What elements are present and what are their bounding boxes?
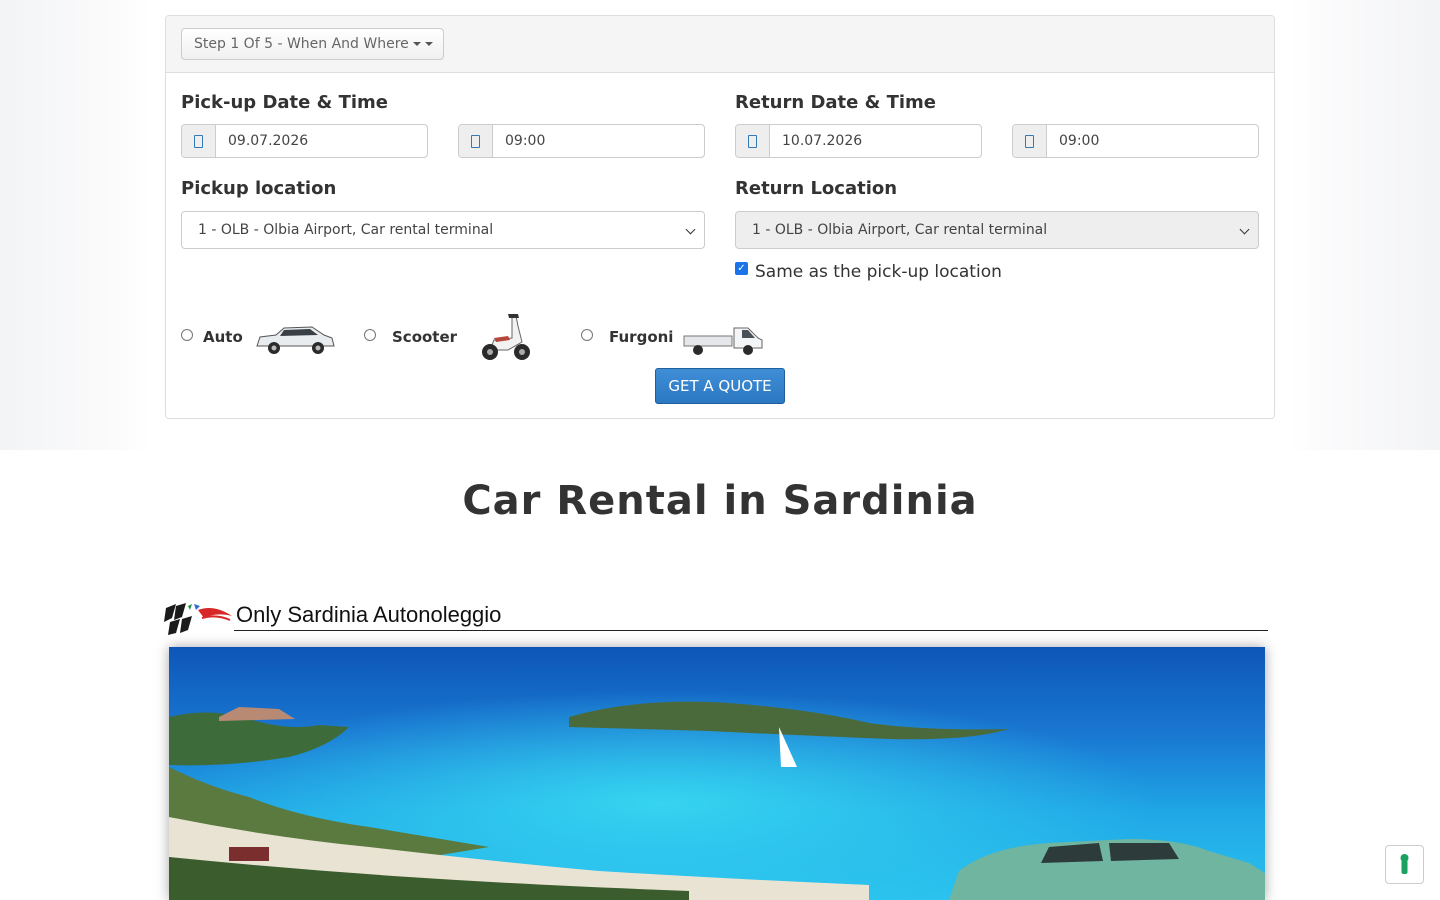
- vehicle-label-furgoni: Furgoni: [609, 328, 674, 346]
- panel-heading: Step 1 Of 5 - When And Where: [166, 16, 1274, 73]
- return-location-value: 1 - OLB - Olbia Airport, Car rental term…: [752, 222, 1048, 238]
- brand-underline: [234, 630, 1268, 631]
- chevron-down-icon: [685, 224, 696, 235]
- pickup-datetime-label: Pick-up Date & Time: [181, 92, 388, 113]
- clock-icon: [1013, 125, 1047, 157]
- scroll-to-top-button[interactable]: [1385, 845, 1424, 884]
- brand-logo-icon: [164, 603, 232, 635]
- pickup-location-label: Pickup location: [181, 178, 337, 199]
- get-quote-button[interactable]: GET A QUOTE: [655, 368, 785, 404]
- vehicle-label-scooter: Scooter: [392, 328, 458, 346]
- same-location-checkbox[interactable]: ✓: [735, 262, 748, 275]
- pickup-location-value: 1 - OLB - Olbia Airport, Car rental term…: [198, 222, 494, 238]
- brand-header: Only Sardinia Autonoleggio: [162, 598, 1270, 638]
- hero-image: [169, 647, 1265, 900]
- car-icon: [256, 326, 335, 354]
- arrow-up-icon: [1400, 854, 1409, 874]
- chevron-down-icon: [1239, 224, 1250, 235]
- scooter-icon: [482, 314, 530, 360]
- clock-icon: [459, 125, 493, 157]
- same-location-label: Same as the pick-up location: [755, 262, 1002, 282]
- calendar-icon: [182, 125, 216, 157]
- brand-name: Only Sardinia Autonoleggio: [236, 602, 502, 627]
- pickup-date-value: 09.07.2026: [228, 133, 309, 149]
- return-date-value: 10.07.2026: [782, 133, 863, 149]
- page-title: Car Rental in Sardinia: [462, 478, 978, 524]
- step-label: Step 1 Of 5 - When And Where: [194, 36, 409, 52]
- return-time-field[interactable]: 09:00: [1012, 124, 1259, 158]
- radio-auto[interactable]: [181, 329, 193, 341]
- van-icon: [683, 327, 763, 355]
- calendar-icon: [736, 125, 770, 157]
- radio-scooter[interactable]: [364, 329, 376, 341]
- return-location-label: Return Location: [735, 178, 898, 199]
- pickup-date-field[interactable]: 09.07.2026: [181, 124, 428, 158]
- pickup-time-field[interactable]: 09:00: [458, 124, 705, 158]
- return-date-field[interactable]: 10.07.2026: [735, 124, 982, 158]
- return-datetime-label: Return Date & Time: [735, 92, 936, 113]
- pickup-location-select[interactable]: 1 - OLB - Olbia Airport, Car rental term…: [181, 211, 705, 249]
- return-location-select[interactable]: 1 - OLB - Olbia Airport, Car rental term…: [735, 211, 1259, 249]
- vehicle-label-auto: Auto: [203, 328, 243, 346]
- caret-down-icon: [424, 42, 433, 46]
- radio-furgoni[interactable]: [581, 329, 593, 341]
- return-time-value: 09:00: [1059, 133, 1100, 149]
- pickup-time-value: 09:00: [505, 133, 546, 149]
- step-dropdown-button[interactable]: Step 1 Of 5 - When And Where: [181, 28, 444, 60]
- caret-down-icon: [412, 42, 421, 46]
